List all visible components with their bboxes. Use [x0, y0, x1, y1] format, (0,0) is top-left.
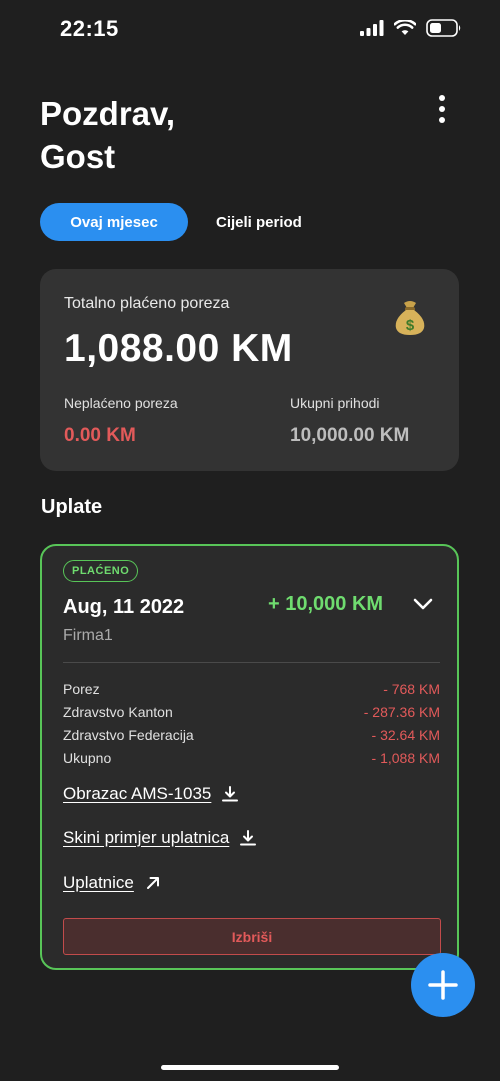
form-download-link[interactable]: Obrazac AMS-1035: [63, 784, 239, 804]
sample-download-link[interactable]: Skini primjer uplatnica: [63, 828, 257, 848]
payments-section-title: Uplate: [41, 496, 103, 518]
add-payment-button[interactable]: [411, 953, 475, 1017]
money-bag-icon: $: [395, 301, 425, 335]
breakdown-value: - 1,088 KM: [371, 749, 440, 766]
list-item: Zdravstvo Federacija - 32.64 KM: [63, 723, 440, 746]
payment-company: Firma1: [63, 627, 113, 644]
home-indicator[interactable]: [161, 1065, 339, 1070]
summary-card: Totalno plaćeno poreza $ 1,088.00 KM Nep…: [40, 269, 459, 471]
delete-button[interactable]: Izbriši: [63, 918, 441, 955]
breakdown-value: - 32.64 KM: [371, 726, 440, 743]
breakdown-value: - 287.36 KM: [363, 703, 440, 720]
sample-download-label: Skini primjer uplatnica: [63, 828, 230, 847]
unpaid-tax-label: Neplaćeno poreza: [64, 395, 178, 411]
status-icons: [360, 19, 462, 37]
breakdown-label: Ukupno: [63, 749, 112, 766]
list-item: Porez - 768 KM: [63, 677, 440, 700]
wifi-icon: [394, 20, 416, 35]
total-income-value: 10,000.00 KM: [290, 425, 410, 446]
total-income-label: Ukupni prihodi: [290, 395, 380, 411]
period-tabs: Ovaj mjesec Cijeli period: [40, 203, 302, 241]
more-options-icon: [439, 95, 445, 101]
tab-whole-period[interactable]: Cijeli period: [216, 214, 302, 231]
download-icon: [240, 830, 257, 846]
signal-icon: [360, 20, 384, 36]
list-item: Ukupno - 1,088 KM: [63, 746, 440, 769]
tax-breakdown-list: Porez - 768 KM Zdravstvo Kanton - 287.36…: [63, 677, 440, 769]
external-link-arrow-icon: [146, 877, 159, 889]
breakdown-label: Zdravstvo Federacija: [63, 726, 194, 743]
status-badge: PLAĆENO: [63, 560, 139, 582]
download-icon: [222, 786, 239, 802]
form-download-label: Obrazac AMS-1035: [63, 784, 212, 803]
breakdown-label: Zdravstvo Kanton: [63, 703, 173, 720]
battery-icon: [426, 19, 461, 37]
greeting-text: Pozdrav, Gost: [40, 95, 176, 175]
chevron-down-icon[interactable]: [412, 596, 434, 612]
more-options-button[interactable]: [426, 92, 458, 126]
unpaid-tax-value: 0.00 KM: [64, 425, 136, 446]
payment-amount: + 10,000 KM: [268, 593, 384, 615]
divider: [63, 662, 440, 663]
payment-card: PLAĆENO Aug, 11 2022 + 10,000 KM Firma1 …: [40, 544, 459, 970]
breakdown-label: Porez: [63, 680, 100, 697]
page-title: Pozdrav, Gost: [40, 92, 175, 178]
payment-date: Aug, 11 2022: [63, 596, 185, 618]
list-item: Zdravstvo Kanton - 287.36 KM: [63, 700, 440, 723]
tab-this-month[interactable]: Ovaj mjesec: [40, 203, 188, 241]
total-tax-label: Totalno plaćeno poreza: [64, 295, 230, 312]
svg-text:$: $: [406, 317, 415, 334]
breakdown-value: - 768 KM: [383, 680, 440, 697]
more-options-dot: [439, 117, 445, 123]
more-options-dot: [439, 106, 445, 112]
payslips-label: Uplatnice: [63, 873, 134, 892]
status-bar: 22:15: [0, 0, 500, 60]
total-tax-value: 1,088.00 KM: [64, 327, 293, 370]
plus-icon: [428, 970, 458, 1000]
status-time: 22:15: [60, 16, 119, 41]
payslips-link[interactable]: Uplatnice: [63, 873, 162, 893]
